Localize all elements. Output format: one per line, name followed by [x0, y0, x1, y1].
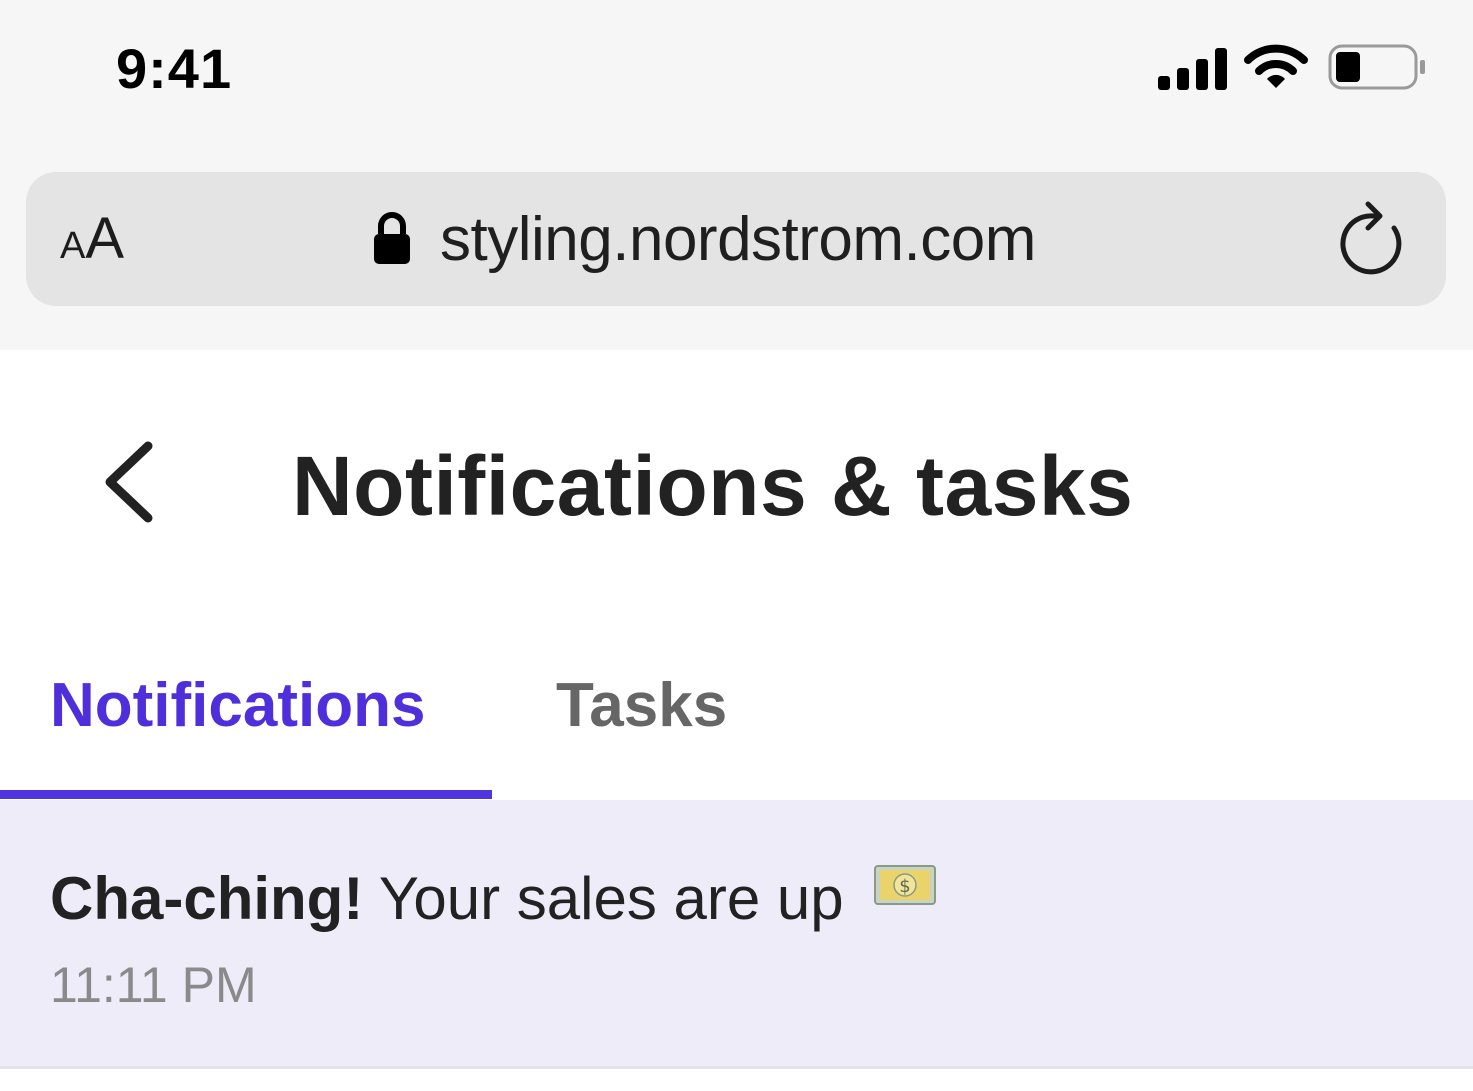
notification-text: Your sales are up: [363, 865, 844, 932]
text-size-small-label: A: [60, 225, 86, 267]
page-title: Notifications & tasks: [292, 439, 1134, 533]
money-bill-icon: $: [874, 865, 937, 905]
chevron-left-icon[interactable]: [98, 440, 162, 524]
notification-title: Cha-ching!: [50, 865, 364, 932]
active-tab-indicator: [0, 790, 492, 799]
reload-icon[interactable]: [1338, 198, 1412, 278]
battery-icon: [1328, 44, 1425, 90]
tab-bar: Notifications Tasks: [0, 640, 1473, 800]
tab-tasks[interactable]: Tasks: [556, 670, 727, 741]
wifi-icon: [1244, 44, 1308, 88]
notification-message: Cha-ching! Your sales are up $: [50, 864, 937, 933]
cellular-signal-icon: [1158, 48, 1227, 90]
notification-item[interactable]: Cha-ching! Your sales are up $ 11:11 PM: [0, 800, 1473, 1069]
tab-notifications[interactable]: Notifications: [50, 670, 425, 741]
browser-chrome: 9:41 AA styling.nordstrom.com: [0, 0, 1473, 350]
text-size-large-label: A: [85, 206, 125, 271]
url-text[interactable]: styling.nordstrom.com: [440, 204, 1036, 275]
text-size-button[interactable]: AA: [60, 210, 124, 268]
notification-time: 11:11 PM: [50, 957, 257, 1013]
lock-icon: [374, 212, 410, 264]
svg-text:$: $: [900, 876, 911, 897]
status-bar-time: 9:41: [116, 37, 233, 100]
